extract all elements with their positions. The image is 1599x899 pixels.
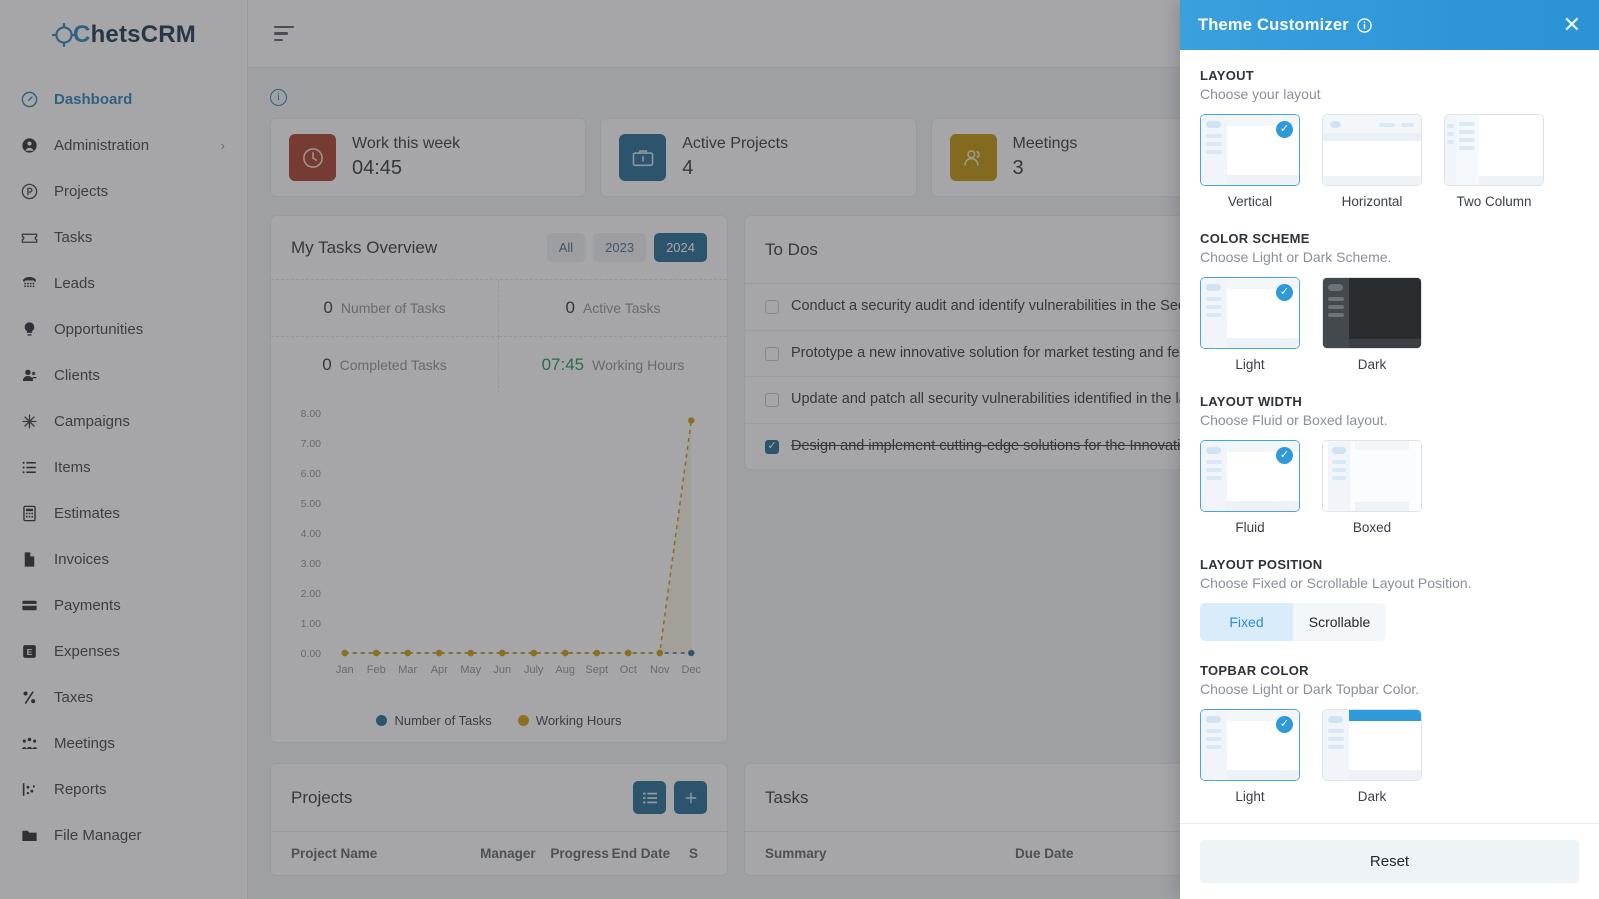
option-thumbnail[interactable] — [1322, 277, 1422, 349]
section-sub: Choose your layout — [1200, 86, 1321, 102]
customizer-title: Theme Customizer — [1198, 15, 1349, 34]
section-layout-position: LAYOUT POSITION Choose Fixed or Scrollab… — [1200, 557, 1579, 641]
section-heading: LAYOUT POSITION — [1200, 557, 1323, 572]
customizer-footer: Reset — [1180, 823, 1599, 899]
option-light[interactable]: ✓ Light — [1200, 277, 1300, 372]
option-label: Horizontal — [1341, 194, 1403, 209]
reset-button[interactable]: Reset — [1200, 840, 1579, 883]
section-sub: Choose Fixed or Scrollable Layout Positi… — [1200, 575, 1472, 591]
section-topbar-color: TOPBAR COLOR Choose Light or Dark Topbar… — [1200, 663, 1579, 804]
option-label: Vertical — [1227, 194, 1273, 209]
layout-options: ✓ Vertical Horizontal Two Column — [1200, 114, 1579, 209]
layout-position-toggle: Fixed Scrollable — [1200, 603, 1386, 641]
layout-width-options: ✓ Fluid Boxed — [1200, 440, 1579, 535]
customizer-body: LAYOUT Choose your layout ✓ Vertical Horiz… — [1180, 50, 1599, 823]
theme-customizer-panel: Theme Customizer ✕ LAYOUT Choose your la… — [1180, 0, 1599, 899]
check-icon: ✓ — [1276, 447, 1293, 464]
option-boxed[interactable]: Boxed — [1322, 440, 1422, 535]
option-label: Dark — [1357, 357, 1387, 372]
section-heading: LAYOUT WIDTH — [1200, 394, 1303, 409]
section-sub: Choose Fluid or Boxed layout. — [1200, 412, 1388, 428]
option-fluid[interactable]: ✓ Fluid — [1200, 440, 1300, 535]
option-dark[interactable]: Dark — [1322, 709, 1422, 804]
option-thumbnail[interactable] — [1322, 114, 1422, 186]
toggle-scrollable[interactable]: Scrollable — [1293, 603, 1386, 641]
option-thumbnail[interactable]: ✓ — [1200, 709, 1300, 781]
option-thumbnail[interactable]: ✓ — [1200, 440, 1300, 512]
option-label: Two Column — [1456, 194, 1532, 209]
section-heading: TOPBAR COLOR — [1200, 663, 1309, 678]
section-heading: COLOR SCHEME — [1200, 231, 1310, 246]
check-icon: ✓ — [1276, 121, 1293, 138]
option-label: Fluid — [1235, 520, 1265, 535]
option-thumbnail[interactable]: ✓ — [1200, 114, 1300, 186]
section-sub: Choose Light or Dark Scheme. — [1200, 249, 1392, 265]
color-scheme-options: ✓ Light Dark — [1200, 277, 1579, 372]
section-color-scheme: COLOR SCHEME Choose Light or Dark Scheme… — [1200, 231, 1579, 372]
option-label: Dark — [1357, 789, 1387, 804]
option-label: Light — [1235, 357, 1265, 372]
option-two-column[interactable]: Two Column — [1444, 114, 1544, 209]
section-layout-width: LAYOUT WIDTH Choose Fluid or Boxed layou… — [1200, 394, 1579, 535]
info-circle-icon[interactable] — [1357, 17, 1372, 33]
section-sub: Choose Light or Dark Topbar Color. — [1200, 681, 1420, 697]
option-thumbnail[interactable] — [1322, 440, 1422, 512]
topbar-color-options: ✓ Light Dark — [1200, 709, 1579, 804]
check-icon: ✓ — [1276, 716, 1293, 733]
section-layout: LAYOUT Choose your layout ✓ Vertical Horiz… — [1200, 68, 1579, 209]
check-icon: ✓ — [1276, 284, 1293, 301]
close-icon[interactable]: ✕ — [1563, 14, 1581, 36]
option-dark[interactable]: Dark — [1322, 277, 1422, 372]
option-label: Light — [1235, 789, 1265, 804]
option-thumbnail[interactable] — [1322, 709, 1422, 781]
option-light[interactable]: ✓ Light — [1200, 709, 1300, 804]
section-heading: LAYOUT — [1200, 68, 1255, 83]
option-label: Boxed — [1352, 520, 1392, 535]
option-thumbnail[interactable] — [1444, 114, 1544, 186]
customizer-header: Theme Customizer ✕ — [1180, 0, 1599, 50]
option-vertical[interactable]: ✓ Vertical — [1200, 114, 1300, 209]
toggle-fixed[interactable]: Fixed — [1200, 603, 1293, 641]
option-thumbnail[interactable]: ✓ — [1200, 277, 1300, 349]
option-horizontal[interactable]: Horizontal — [1322, 114, 1422, 209]
